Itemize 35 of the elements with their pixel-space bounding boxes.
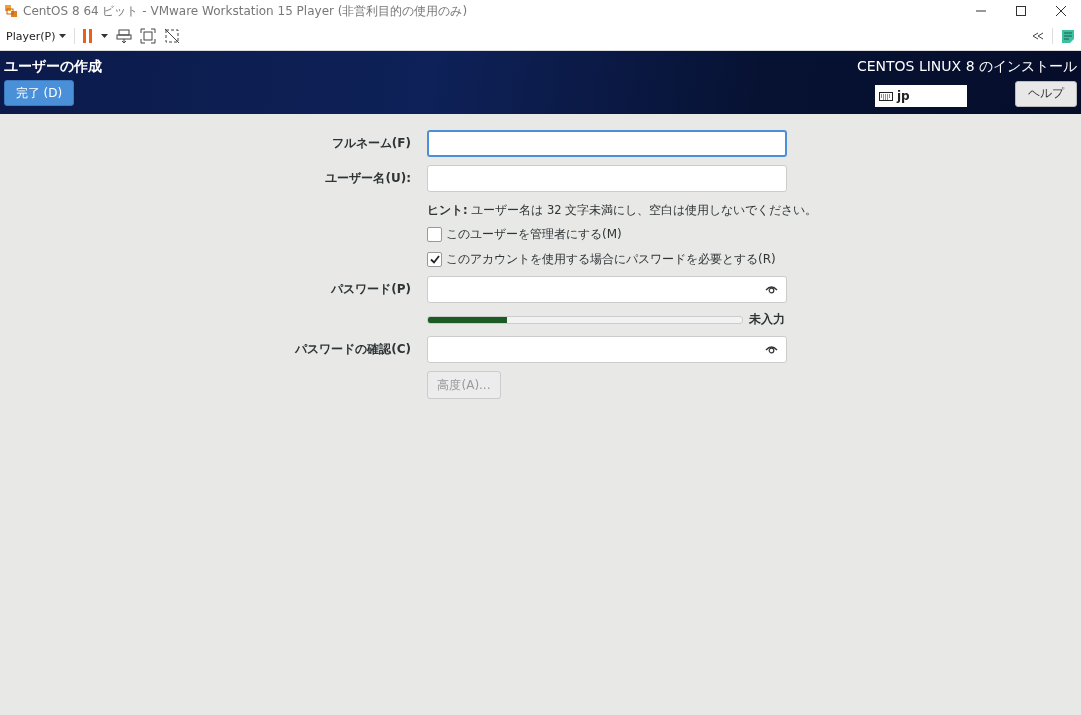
layout-code: jp — [897, 89, 910, 103]
caret-icon — [59, 34, 67, 38]
field-label: パスワードの確認(C) — [295, 341, 411, 358]
strength-reading: 未入力 — [749, 311, 785, 328]
checkbox[interactable] — [427, 252, 442, 267]
collapse-icon[interactable] — [1032, 32, 1044, 40]
field-label: パスワード(P) — [331, 281, 411, 298]
pause-icon[interactable] — [83, 29, 94, 43]
fullscreen-icon[interactable] — [140, 28, 157, 44]
input-field[interactable] — [427, 336, 787, 363]
keyboard-layout-indicator[interactable]: jp — [875, 85, 967, 107]
input-field[interactable] — [427, 276, 787, 303]
keyboard-icon — [879, 91, 893, 101]
window-title: CentOS 8 64 ビット - VMware Workstation 15 Player (非営利目的の使用のみ) — [23, 2, 468, 20]
product-title: CENTOS LINUX 8 のインストール — [856, 58, 1077, 76]
checkbox-option[interactable]: このユーザーを管理者にする(M) — [427, 226, 787, 243]
maximize-icon — [1016, 6, 1026, 16]
checkbox-label: このユーザーを管理者にする(M) — [446, 226, 622, 243]
eye-icon[interactable] — [765, 345, 778, 354]
hint-text: ヒント: ユーザー名は 32 文字未満にし、空白は使用しないでください。 — [427, 202, 818, 218]
unity-icon[interactable] — [164, 28, 181, 44]
player-menu[interactable]: Player(P) — [6, 29, 67, 43]
screen-title: ユーザーの作成 — [4, 58, 102, 76]
input-field[interactable] — [427, 165, 787, 192]
checkbox[interactable] — [427, 227, 442, 242]
eye-icon[interactable] — [765, 285, 778, 294]
field-label: フルネーム(F) — [331, 135, 411, 152]
app-logo-icon — [4, 4, 18, 18]
notes-icon[interactable] — [1061, 28, 1075, 44]
close-icon — [1056, 6, 1066, 16]
help-button[interactable]: ヘルプ — [1015, 80, 1077, 107]
caret-icon[interactable] — [101, 34, 109, 38]
send-keys-icon[interactable] — [116, 28, 133, 44]
input-field[interactable] — [427, 130, 787, 157]
field-label: ユーザー名(U): — [325, 170, 411, 187]
